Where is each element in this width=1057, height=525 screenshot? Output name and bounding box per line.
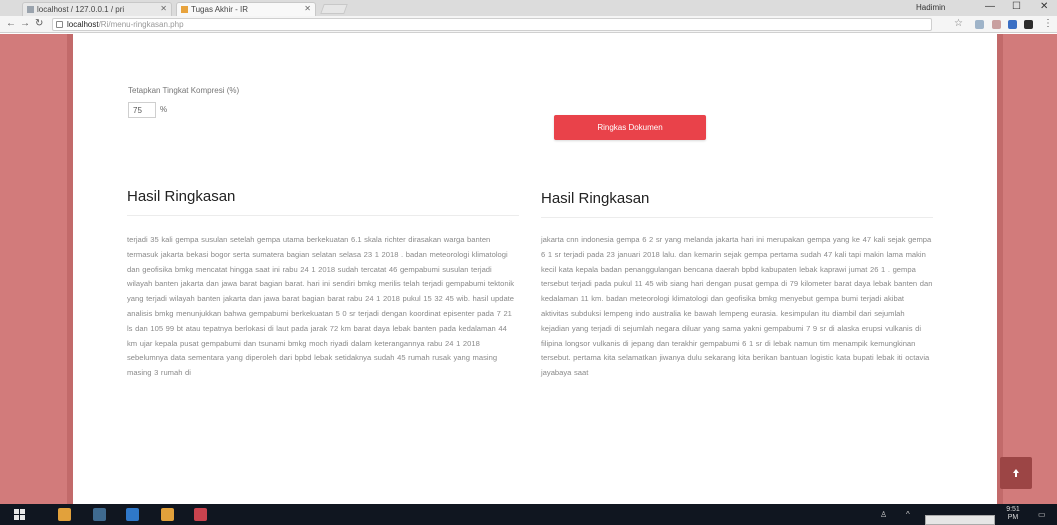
taskbar-clock[interactable]: 9:51 PM: [1000, 506, 1026, 522]
summarize-button[interactable]: Ringkas Dokumen: [554, 115, 706, 140]
right-side-panel: [997, 34, 1057, 504]
divider: [541, 217, 933, 218]
start-icon[interactable]: [14, 509, 25, 520]
browser-toolbar: ← → ↻ localhost/Ri/menu-ringkasan.php ☆ …: [0, 16, 1057, 33]
people-icon[interactable]: ♙: [880, 510, 887, 519]
tab-label: localhost / 127.0.0.1 / pri: [37, 5, 125, 14]
taskbar-app-icon[interactable]: [58, 508, 71, 521]
browser-tab-strip: localhost / 127.0.0.1 / pri ✕ Tugas Akhi…: [0, 0, 1057, 16]
address-host: localhost: [67, 20, 99, 29]
taskbar-app-icon[interactable]: [93, 508, 106, 521]
profile-name[interactable]: Hadimin: [916, 3, 945, 12]
taskbar: ♙ ^ 9:51 PM ▭: [0, 504, 1057, 525]
tray-tooltip: [925, 515, 995, 525]
extension-icon[interactable]: [975, 20, 984, 29]
taskbar-app-icon[interactable]: [126, 508, 139, 521]
taskbar-app-icon[interactable]: [194, 508, 207, 521]
new-tab-button[interactable]: [320, 4, 348, 14]
tab-label: Tugas Akhir - IR: [191, 5, 249, 14]
result-title-left: Hasil Ringkasan: [127, 188, 236, 205]
tab-favicon-icon: [181, 6, 188, 13]
result-text-right: jakarta cnn indonesia gempa 6 2 sr yang …: [541, 235, 933, 378]
compress-label: Tetapkan Tingkat Kompresi (%): [128, 86, 240, 95]
minimize-icon[interactable]: —: [985, 1, 995, 12]
result-text-left: terjadi 35 kali gempa susulan setelah ge…: [127, 235, 515, 378]
forward-arrow-icon[interactable]: →: [20, 18, 30, 29]
address-path: /Ri/menu-ringkasan.php: [98, 20, 184, 29]
bookmark-star-icon[interactable]: ☆: [954, 18, 963, 29]
left-side-panel: [0, 34, 73, 504]
page-info-icon[interactable]: [56, 21, 63, 28]
tray-chevron-icon[interactable]: ^: [906, 510, 910, 519]
tab-phpmyadmin[interactable]: localhost / 127.0.0.1 / pri ✕: [22, 2, 172, 16]
page-viewport: Tetapkan Tingkat Kompresi (%) % Ringkas …: [0, 34, 1057, 504]
extension-icon[interactable]: [1008, 20, 1017, 29]
percent-sign: %: [160, 105, 168, 114]
notification-icon[interactable]: ▭: [1038, 510, 1046, 519]
tab-close-icon[interactable]: ✕: [304, 4, 311, 13]
extension-icon[interactable]: [992, 20, 1001, 29]
result-title-right: Hasil Ringkasan: [541, 190, 650, 207]
menu-icon[interactable]: ⋮: [1043, 18, 1053, 29]
tab-tugas-akhir[interactable]: Tugas Akhir - IR ✕: [176, 2, 316, 16]
taskbar-app-icon[interactable]: [161, 508, 174, 521]
back-to-top-button[interactable]: [1000, 457, 1032, 489]
reload-icon[interactable]: ↻: [35, 18, 43, 29]
tab-favicon-icon: [27, 6, 34, 13]
maximize-icon[interactable]: ☐: [1012, 1, 1021, 12]
back-arrow-icon[interactable]: ←: [6, 18, 16, 29]
divider: [127, 215, 519, 216]
extension-icon[interactable]: [1024, 20, 1033, 29]
close-window-icon[interactable]: ✕: [1040, 1, 1048, 12]
tab-close-icon[interactable]: ✕: [160, 4, 167, 13]
address-bar[interactable]: localhost/Ri/menu-ringkasan.php: [52, 18, 932, 31]
compress-input[interactable]: [128, 102, 156, 118]
